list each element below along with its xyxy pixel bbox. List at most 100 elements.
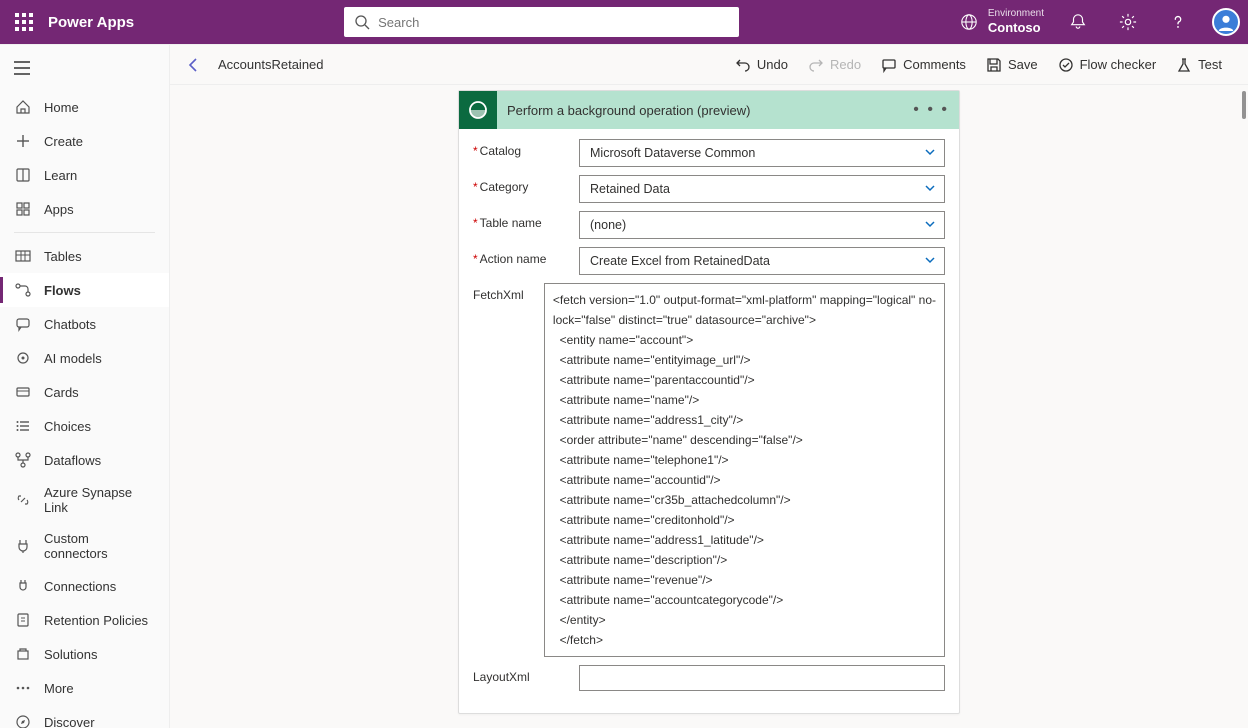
person-icon <box>1217 13 1235 31</box>
gear-icon <box>1119 13 1137 31</box>
hamburger-icon <box>14 61 30 75</box>
sidebar-item-custom-connectors[interactable]: Custom connectors <box>0 523 169 569</box>
layoutxml-label: LayoutXml <box>473 665 579 684</box>
comments-button[interactable]: Comments <box>871 53 976 77</box>
action-label: *Action name <box>473 247 579 266</box>
sidebar-item-label: Custom connectors <box>44 531 155 561</box>
compass-icon <box>14 713 32 728</box>
sidebar-item-dataflows[interactable]: Dataflows <box>0 443 169 477</box>
sidebar-item-label: Azure Synapse Link <box>44 485 155 515</box>
sidebar-item-home[interactable]: Home <box>0 90 169 124</box>
action-card[interactable]: Perform a background operation (preview)… <box>458 90 960 714</box>
card-body: *Catalog Microsoft Dataverse Common *Cat… <box>459 129 959 713</box>
chevron-down-icon <box>924 182 936 197</box>
sidebar-item-label: Create <box>44 134 83 149</box>
card-icon <box>14 383 32 401</box>
connection-icon <box>14 577 32 595</box>
settings-button[interactable] <box>1112 6 1144 38</box>
sidebar: Home Create Learn Apps Tables Flows Chat… <box>0 45 170 728</box>
branch-icon <box>14 451 32 469</box>
sidebar-item-learn[interactable]: Learn <box>0 158 169 192</box>
sidebar-item-retention[interactable]: Retention Policies <box>0 603 169 637</box>
undo-icon <box>735 57 751 73</box>
sidebar-item-label: Tables <box>44 249 82 264</box>
category-dropdown[interactable]: Retained Data <box>579 175 945 203</box>
chat-icon <box>14 315 32 333</box>
catalog-dropdown[interactable]: Microsoft Dataverse Common <box>579 139 945 167</box>
sidebar-item-discover[interactable]: Discover <box>0 705 169 728</box>
back-button[interactable] <box>186 57 214 73</box>
link-icon <box>14 491 32 509</box>
more-icon <box>14 679 32 697</box>
sidebar-item-flows[interactable]: Flows <box>0 273 169 307</box>
sidebar-item-apps[interactable]: Apps <box>0 192 169 226</box>
chevron-down-icon <box>924 146 936 161</box>
solution-icon <box>14 645 32 663</box>
sidebar-item-label: Home <box>44 100 79 115</box>
table-icon <box>14 247 32 265</box>
flow-icon <box>14 281 32 299</box>
sidebar-item-more[interactable]: More <box>0 671 169 705</box>
table-label: *Table name <box>473 211 579 230</box>
category-label: *Category <box>473 175 579 194</box>
help-button[interactable] <box>1162 6 1194 38</box>
book-icon <box>14 166 32 184</box>
flow-canvas[interactable]: Perform a background operation (preview)… <box>170 85 1248 728</box>
search-input[interactable] <box>378 15 729 30</box>
app-title: Power Apps <box>48 14 134 31</box>
sidebar-item-chatbots[interactable]: Chatbots <box>0 307 169 341</box>
layoutxml-input[interactable] <box>579 665 945 691</box>
user-avatar[interactable] <box>1212 8 1240 36</box>
dataverse-icon <box>459 91 497 129</box>
fetchxml-textarea[interactable]: <fetch version="1.0" output-format="xml-… <box>544 283 945 657</box>
save-icon <box>986 57 1002 73</box>
sidebar-separator <box>14 232 155 233</box>
sidebar-item-label: Flows <box>44 283 81 298</box>
home-icon <box>14 98 32 116</box>
sidebar-item-choices[interactable]: Choices <box>0 409 169 443</box>
sidebar-item-label: Chatbots <box>44 317 96 332</box>
main-content: AccountsRetained Undo Redo Comments Save… <box>170 45 1248 728</box>
undo-button[interactable]: Undo <box>725 53 798 77</box>
action-dropdown[interactable]: Create Excel from RetainedData <box>579 247 945 275</box>
sidebar-item-tables[interactable]: Tables <box>0 239 169 273</box>
sidebar-item-label: More <box>44 681 74 696</box>
sidebar-item-ai-models[interactable]: AI models <box>0 341 169 375</box>
bell-icon <box>1069 13 1087 31</box>
sidebar-toggle[interactable] <box>0 55 169 90</box>
command-bar: AccountsRetained Undo Redo Comments Save… <box>170 45 1248 85</box>
sidebar-item-synapse[interactable]: Azure Synapse Link <box>0 477 169 523</box>
notifications-button[interactable] <box>1062 6 1094 38</box>
flow-checker-button[interactable]: Flow checker <box>1048 53 1167 77</box>
sidebar-item-label: Discover <box>44 715 95 728</box>
save-button[interactable]: Save <box>976 53 1048 77</box>
environment-picker[interactable]: Environment Contoso <box>960 8 1044 36</box>
chevron-down-icon <box>924 254 936 269</box>
card-menu-button[interactable]: • • • <box>913 101 949 119</box>
check-icon <box>1058 57 1074 73</box>
app-launcher-icon[interactable] <box>8 6 40 38</box>
test-button[interactable]: Test <box>1166 53 1232 77</box>
sidebar-item-solutions[interactable]: Solutions <box>0 637 169 671</box>
table-dropdown[interactable]: (none) <box>579 211 945 239</box>
ai-icon <box>14 349 32 367</box>
globe-icon <box>960 13 978 31</box>
retention-icon <box>14 611 32 629</box>
scrollbar-thumb[interactable] <box>1242 91 1246 119</box>
card-header[interactable]: Perform a background operation (preview)… <box>459 91 959 129</box>
sidebar-item-cards[interactable]: Cards <box>0 375 169 409</box>
search-icon <box>354 14 370 30</box>
sidebar-item-label: Cards <box>44 385 79 400</box>
sidebar-item-connections[interactable]: Connections <box>0 569 169 603</box>
chevron-down-icon <box>924 218 936 233</box>
fetchxml-label: FetchXml <box>473 283 544 302</box>
sidebar-item-label: Choices <box>44 419 91 434</box>
catalog-label: *Catalog <box>473 139 579 158</box>
flask-icon <box>1176 57 1192 73</box>
list-icon <box>14 417 32 435</box>
sidebar-item-label: Connections <box>44 579 116 594</box>
search-box[interactable] <box>344 7 739 37</box>
comment-icon <box>881 57 897 73</box>
sidebar-item-create[interactable]: Create <box>0 124 169 158</box>
sidebar-item-label: Solutions <box>44 647 97 662</box>
